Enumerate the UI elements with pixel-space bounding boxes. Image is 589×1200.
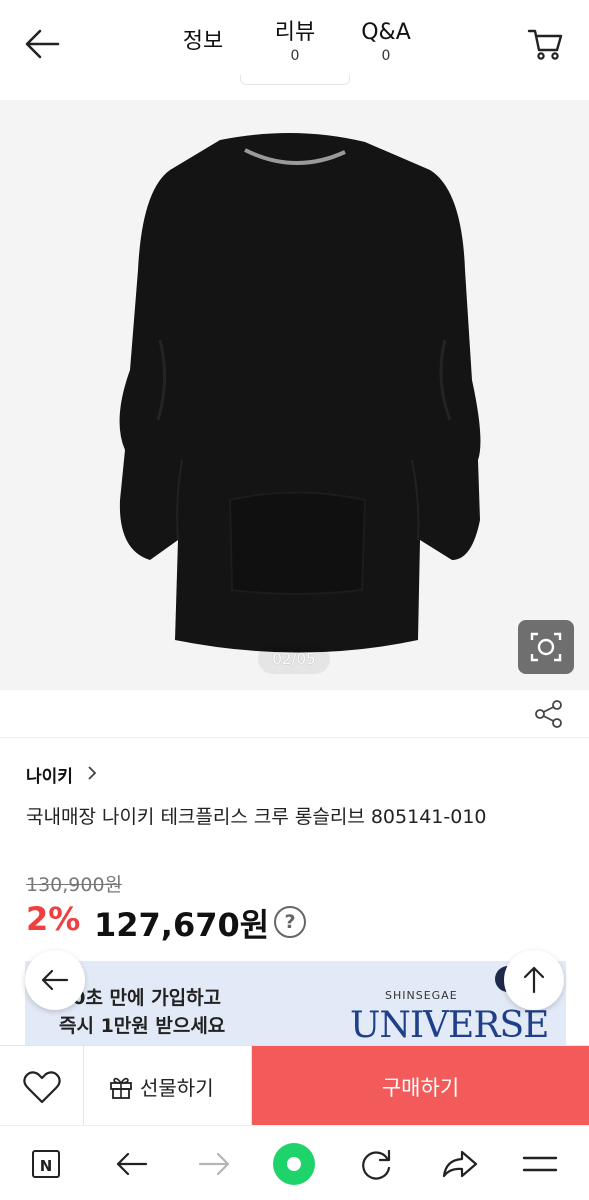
- heart-icon: [23, 1071, 61, 1104]
- browser-forward-button[interactable]: [192, 1142, 236, 1186]
- tab-qa-label: Q&A: [361, 20, 411, 45]
- banner-brand-logo: UNIVERSE: [350, 1005, 549, 1045]
- original-price: 130,900원: [26, 874, 123, 896]
- product-title: 국내매장 나이키 테크플리스 크루 롱슬리브 805141-010: [26, 806, 487, 828]
- discount-rate: 2%: [26, 900, 81, 938]
- gift-icon: [110, 1077, 132, 1099]
- top-header: 정보 리뷰 0 Q&A 0: [0, 0, 589, 100]
- product-image-gallery[interactable]: 02/05: [0, 100, 589, 690]
- tab-info[interactable]: 정보: [170, 27, 236, 57]
- gift-button[interactable]: 선물하기: [84, 1046, 252, 1126]
- browser-back-button[interactable]: [110, 1142, 154, 1186]
- banner-brand-small: SHINSEGAE: [385, 989, 458, 1002]
- reload-button[interactable]: [354, 1142, 398, 1186]
- buy-button-label: 구매하기: [381, 1076, 460, 1100]
- sale-price: 127,670원: [94, 906, 270, 944]
- naver-home-icon: N: [32, 1150, 60, 1178]
- svg-text:N: N: [40, 1157, 53, 1175]
- green-dot-button[interactable]: [272, 1142, 316, 1186]
- share-button[interactable]: [532, 698, 566, 730]
- banner-line-2: 즉시 1만원 받으세요: [59, 1015, 226, 1037]
- tab-qa-count: 0: [381, 48, 391, 64]
- tab-review-count: 0: [290, 48, 300, 64]
- gift-button-label: 선물하기: [140, 1076, 214, 1100]
- image-page-indicator: 02/05: [258, 644, 330, 674]
- purchase-bar: 선물하기 구매하기: [0, 1045, 589, 1126]
- browser-nav-bar: N: [0, 1125, 589, 1200]
- share-row: [0, 690, 589, 738]
- tab-info-label: 정보: [182, 29, 224, 54]
- arrow-left-icon: [41, 969, 69, 991]
- chevron-right-icon: [88, 766, 97, 780]
- share-icon: [442, 1150, 478, 1178]
- tab-bar: 정보 리뷰 0 Q&A 0: [0, 0, 589, 100]
- arrow-up-icon: [523, 966, 545, 994]
- scroll-back-button[interactable]: [25, 950, 85, 1010]
- image-search-button[interactable]: [518, 620, 574, 674]
- green-dot-icon: [273, 1143, 315, 1185]
- price-help-icon[interactable]: ?: [274, 906, 306, 938]
- browser-share-button[interactable]: [438, 1142, 482, 1186]
- reload-icon: [362, 1149, 391, 1180]
- tab-review-indicator: [240, 75, 350, 85]
- wishlist-button[interactable]: [0, 1046, 84, 1126]
- promo-banner[interactable]: 10초 만에 가입하고 즉시 1만원 받으세요 SHINSEGAE UNIVER…: [25, 961, 566, 1045]
- naver-home-button[interactable]: N: [24, 1142, 68, 1186]
- share-nodes-icon: [535, 700, 562, 728]
- product-image: [119, 132, 481, 653]
- forward-arrow-icon: [198, 1152, 230, 1176]
- brand-link[interactable]: 나이키: [26, 762, 73, 787]
- tab-review-label: 리뷰: [274, 20, 316, 45]
- scroll-top-button[interactable]: [504, 950, 564, 1010]
- cart-button[interactable]: [526, 26, 564, 62]
- tab-review[interactable]: 리뷰 0: [262, 18, 328, 64]
- cart-icon: [527, 29, 563, 60]
- back-arrow-icon: [116, 1152, 148, 1176]
- tab-qa[interactable]: Q&A 0: [350, 18, 422, 64]
- image-search-icon: [530, 632, 562, 662]
- menu-button[interactable]: [518, 1142, 562, 1186]
- buy-button[interactable]: 구매하기: [252, 1046, 589, 1126]
- menu-icon: [522, 1156, 558, 1172]
